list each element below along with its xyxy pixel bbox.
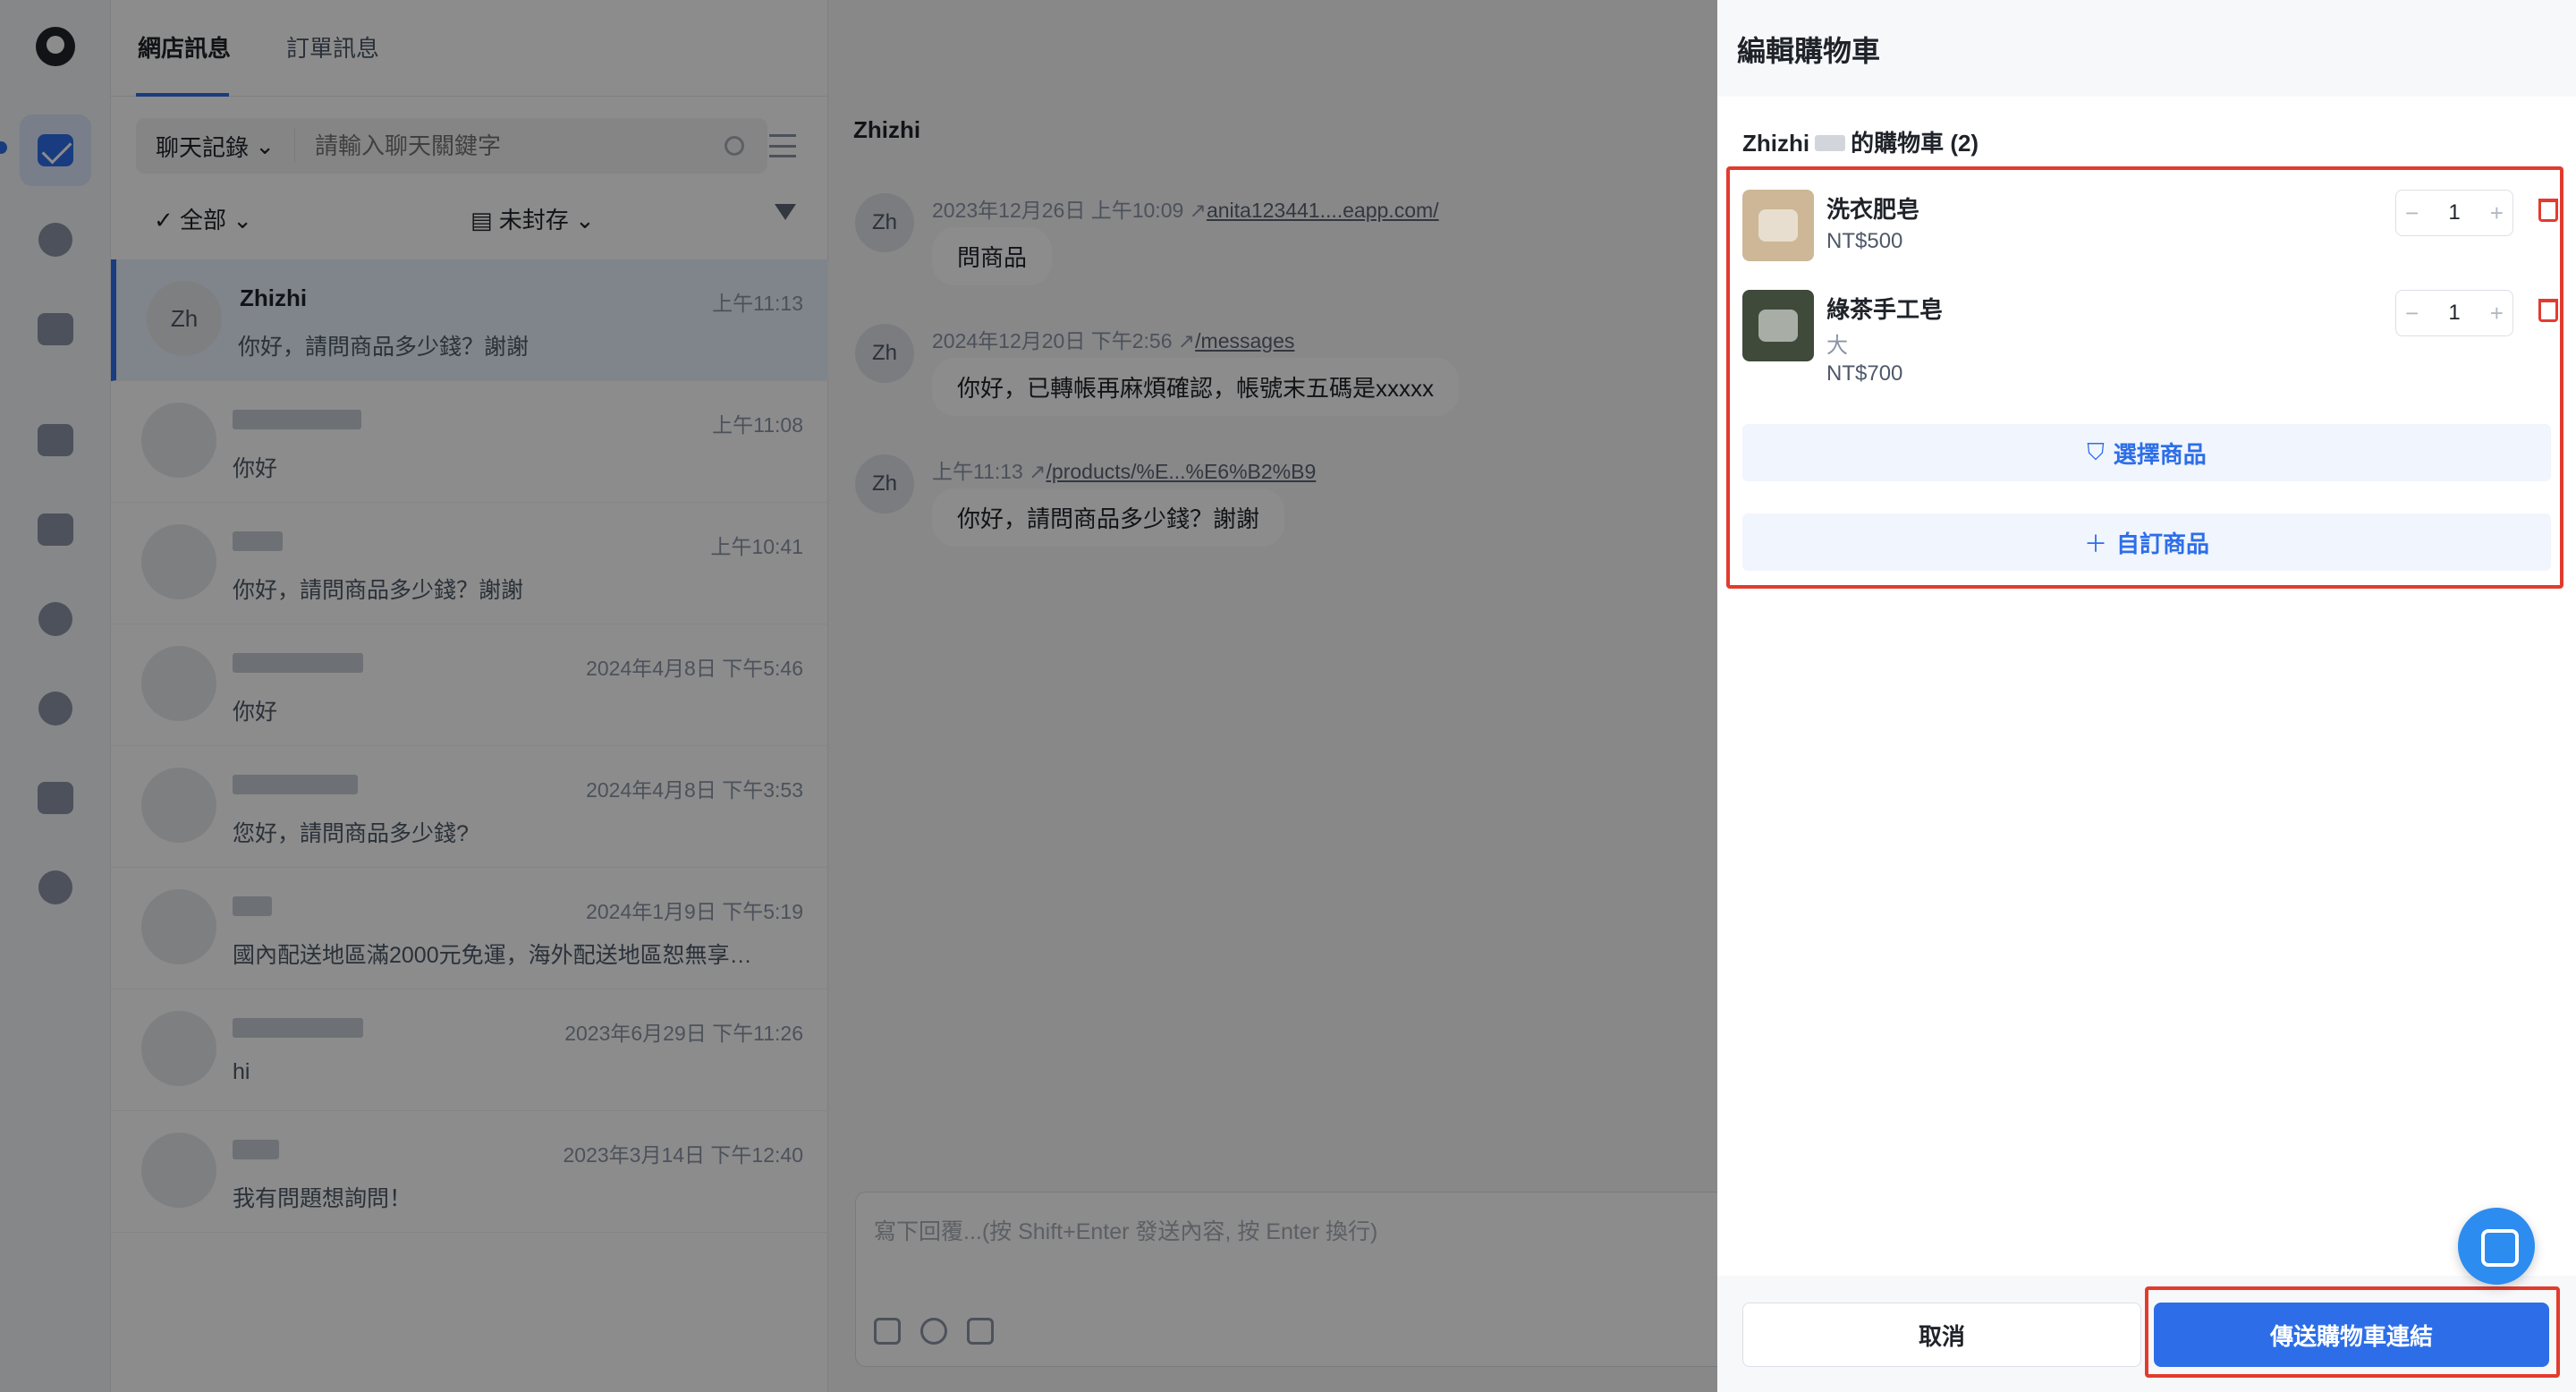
plus-icon: ＋ <box>2083 530 2107 557</box>
shopping-bag-icon: ⛉ <box>2087 438 2105 465</box>
quantity-stepper[interactable]: − 1 + <box>2395 290 2513 336</box>
trash-icon[interactable] <box>2538 199 2558 222</box>
quantity-value: 1 <box>2448 301 2461 325</box>
cart-heading: Zhizhi 的購物車 (2) <box>1742 125 1979 158</box>
product-name: 洗衣肥皂 <box>1826 196 1920 223</box>
cancel-button[interactable]: 取消 <box>1742 1303 2141 1367</box>
cart-count-label: 的購物車 (2) <box>1851 130 1979 157</box>
product-name: 綠茶手工皂 <box>1826 296 1944 323</box>
plus-icon[interactable]: + <box>2490 300 2504 327</box>
send-button-highlight <box>2145 1286 2560 1378</box>
select-product-label: 選擇商品 <box>2113 440 2207 468</box>
modal-overlay[interactable] <box>0 0 1717 1392</box>
custom-product-label: 自訂商品 <box>2116 530 2210 557</box>
edit-cart-drawer: 編輯購物車 Zhizhi 的購物車 (2) 洗衣肥皂 NT$500 − 1 + 綠茶手… <box>1717 0 2576 1392</box>
product-price: NT$700 <box>1826 361 1903 386</box>
drawer-title: 編輯購物車 <box>1737 35 1881 67</box>
chat-support-icon[interactable] <box>2458 1208 2535 1285</box>
product-thumbnail <box>1742 190 1814 261</box>
select-product-button[interactable]: ⛉ 選擇商品 <box>1742 424 2551 481</box>
cart-customer-name: Zhizhi <box>1742 130 1810 157</box>
drawer-header: 編輯購物車 <box>1717 0 2576 97</box>
minus-icon[interactable]: − <box>2405 199 2419 227</box>
redacted-name <box>1815 135 1846 151</box>
trash-icon[interactable] <box>2538 299 2558 322</box>
product-variant: 大 <box>1826 334 1848 358</box>
quantity-stepper[interactable]: − 1 + <box>2395 190 2513 236</box>
app-root: 網店訊息 訂單訊息 聊天記錄 ⌄ ✓ 全部 ⌄ ▤ 未封存 ⌄ Zh Zhizh… <box>0 0 2576 1392</box>
product-price: NT$500 <box>1826 229 1903 253</box>
plus-icon[interactable]: + <box>2490 199 2504 227</box>
custom-product-button[interactable]: ＋ 自訂商品 <box>1742 514 2551 571</box>
quantity-value: 1 <box>2448 200 2461 225</box>
minus-icon[interactable]: − <box>2405 300 2419 327</box>
product-thumbnail <box>1742 290 1814 361</box>
